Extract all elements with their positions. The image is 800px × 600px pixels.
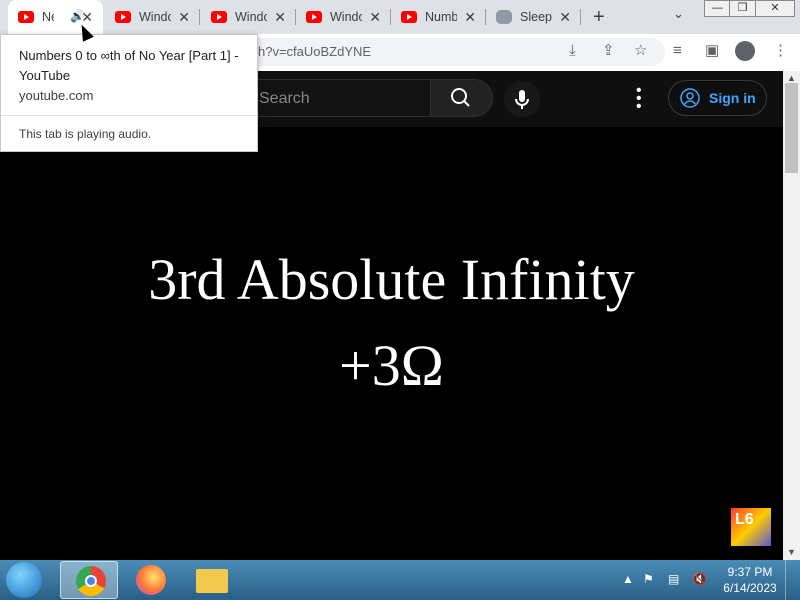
taskbar-explorer[interactable]: [184, 561, 242, 599]
taskbar-chrome[interactable]: [60, 561, 118, 599]
media-control-icon[interactable]: ≡: [673, 42, 682, 60]
show-desktop-button[interactable]: [785, 560, 800, 600]
share-icon[interactable]: ⇪: [602, 42, 615, 60]
clock-date: 6/14/2023: [723, 581, 777, 595]
youtube-icon: [401, 11, 417, 23]
microphone-icon: [515, 90, 529, 109]
scroll-up-icon[interactable]: ▲: [787, 73, 796, 83]
side-panel-icon[interactable]: ▣: [705, 42, 719, 60]
folder-icon: [196, 569, 228, 593]
tab[interactable]: Sleep ✕: [486, 0, 581, 34]
close-tab-icon[interactable]: ✕: [559, 9, 571, 25]
tab[interactable]: Windo ✕: [105, 0, 200, 34]
network-icon[interactable]: ▤: [668, 572, 679, 586]
volume-muted-icon[interactable]: 🔇: [692, 572, 707, 586]
tab-title: Ne: [42, 10, 54, 24]
sign-in-label: Sign in: [709, 90, 756, 106]
scroll-down-icon[interactable]: ▼: [787, 547, 796, 557]
maximize-button[interactable]: ❐: [729, 0, 756, 17]
sign-in-button[interactable]: Sign in: [668, 80, 767, 116]
tab[interactable]: Windo ✕: [201, 0, 296, 34]
close-tab-icon[interactable]: ✕: [274, 9, 286, 25]
tab-separator: [580, 9, 581, 25]
search-icon: [451, 88, 470, 107]
search-placeholder: Search: [259, 90, 310, 107]
close-tab-icon[interactable]: ✕: [178, 9, 190, 25]
minimize-button[interactable]: —: [704, 0, 731, 17]
chrome-icon: [76, 566, 106, 596]
divider: [1, 115, 257, 116]
watermark-text: L6: [735, 511, 754, 528]
tab-title: Windo: [235, 10, 267, 24]
hover-card-domain: youtube.com: [19, 88, 94, 103]
tab[interactable]: Numb ✕: [391, 0, 486, 34]
taskbar-firefox[interactable]: [122, 561, 180, 599]
page-scrollbar[interactable]: ▲ ▼: [783, 71, 800, 560]
tab-title: Numb: [425, 10, 457, 24]
start-button[interactable]: [6, 562, 42, 598]
voice-search-button[interactable]: [504, 81, 540, 117]
youtube-icon: [115, 11, 131, 23]
tab-title: Windo: [330, 10, 362, 24]
search-button[interactable]: [430, 79, 493, 117]
youtube-icon: [211, 11, 227, 23]
system-clock[interactable]: 9:37 PM 6/14/2023: [720, 564, 780, 596]
close-tab-icon[interactable]: ✕: [369, 9, 381, 25]
close-tab-icon[interactable]: ✕: [464, 9, 476, 25]
show-hidden-icons[interactable]: ▲: [622, 572, 634, 586]
cat-icon: [496, 10, 512, 24]
channel-watermark[interactable]: L6: [731, 508, 771, 546]
tab-title: Sleep: [520, 10, 552, 24]
youtube-icon: [18, 11, 34, 23]
video-text-line1: 3rd Absolute Infinity: [148, 247, 635, 312]
tab-strip: Ne 🔊 ✕ Windo ✕ Windo ✕ Windo ✕ Numb ✕ Sl…: [0, 0, 800, 34]
more-options-icon[interactable]: • • •: [636, 83, 642, 115]
video-text-line2: +3Ω: [339, 333, 444, 398]
hover-card-title: Numbers 0 to ∞th of No Year [Part 1] - Y…: [19, 48, 239, 83]
account-icon: [680, 88, 700, 108]
profile-avatar-icon[interactable]: [735, 41, 755, 61]
video-player[interactable]: 3rd Absolute Infinity +3Ω L6: [0, 127, 783, 560]
scroll-thumb[interactable]: [785, 83, 798, 173]
bookmark-star-icon[interactable]: ☆: [634, 42, 647, 60]
clock-time: 9:37 PM: [727, 565, 773, 579]
tab-title: Windo: [139, 10, 171, 24]
hover-card-status: This tab is playing audio.: [19, 127, 152, 141]
tab-hover-card: Numbers 0 to ∞th of No Year [Part 1] - Y…: [0, 34, 258, 152]
chrome-menu-icon[interactable]: ⋮: [773, 42, 788, 60]
new-tab-button[interactable]: +: [593, 6, 605, 28]
close-window-button[interactable]: ✕: [755, 0, 795, 17]
tab-search-icon[interactable]: ⌄: [673, 6, 684, 22]
action-center-icon[interactable]: ⚑: [643, 572, 654, 586]
tab-separator: [199, 9, 200, 25]
taskbar: ▲ ⚑ ▤ 🔇 9:37 PM 6/14/2023: [0, 560, 800, 600]
tab[interactable]: Windo ✕: [296, 0, 391, 34]
address-url[interactable]: h?v=cfaUoBZdYNE: [258, 44, 371, 59]
youtube-icon: [306, 11, 322, 23]
install-icon[interactable]: ⤓: [569, 42, 576, 60]
firefox-icon: [136, 565, 166, 595]
